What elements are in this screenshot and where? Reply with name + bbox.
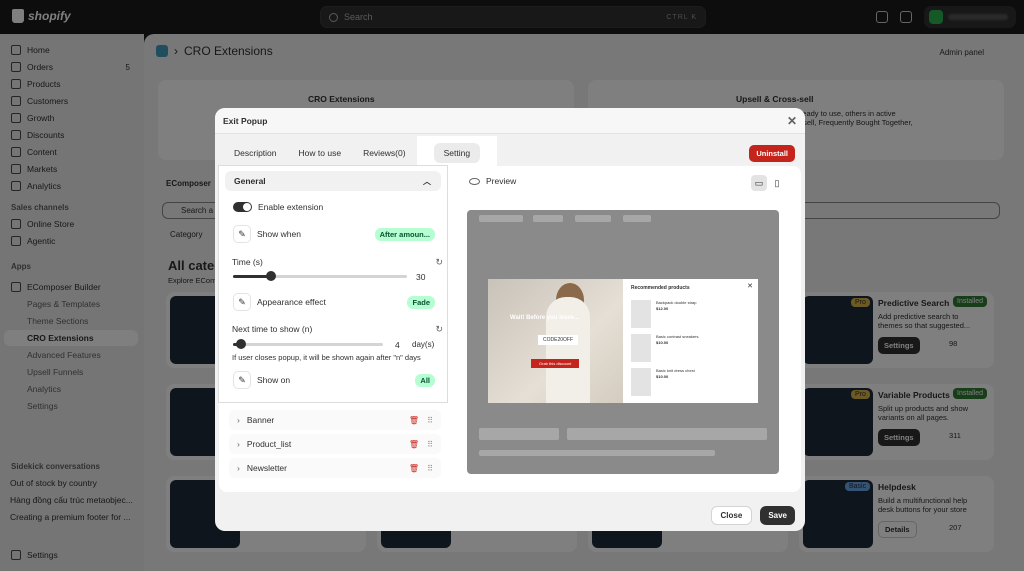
- pencil-icon: ✎: [233, 293, 251, 311]
- popup-headline: Wait! Before you leave...: [510, 315, 580, 321]
- product-thumb: [631, 300, 651, 328]
- modal-header: Exit Popup ✕: [215, 108, 805, 134]
- chevron-right-icon: ›: [237, 415, 240, 425]
- pencil-icon: ✎: [233, 371, 251, 389]
- close-button[interactable]: Close: [710, 506, 753, 525]
- exit-popup-preview: Wait! Before you leave... CODE20OFF Grab…: [488, 279, 758, 403]
- product-price: $10.00: [656, 340, 669, 345]
- mobile-icon[interactable]: ▯: [769, 175, 785, 191]
- preview-header: Preview: [469, 176, 516, 186]
- tab-how-to-use[interactable]: How to use: [288, 142, 353, 164]
- next-time-hint: If user closes popup, it will be shown a…: [232, 353, 421, 362]
- product-thumb: [631, 334, 651, 362]
- product-item: Backpack double strap $12.00: [631, 300, 696, 328]
- modal-tabs: Description How to use Reviews(0) Settin…: [223, 136, 498, 170]
- tab-setting[interactable]: Setting: [416, 136, 498, 170]
- recommended-title: Recommended products: [631, 285, 690, 291]
- section-label: Product_list: [246, 439, 292, 449]
- chevron-right-icon: ›: [237, 439, 240, 449]
- placeholder-bar: [479, 450, 715, 456]
- trash-icon[interactable]: 🗑: [409, 416, 419, 425]
- tab-label: How to use: [298, 148, 342, 158]
- popup-button: Grab this discount: [531, 359, 580, 368]
- reset-icon[interactable]: ↻: [435, 324, 443, 335]
- section-row-banner[interactable]: › Banner 🗑 ⠿: [229, 410, 441, 430]
- tab-reviews[interactable]: Reviews(0): [352, 142, 417, 164]
- exit-popup-modal: Exit Popup ✕ Description How to use Revie…: [215, 108, 805, 531]
- general-section-header[interactable]: General ︿: [225, 171, 441, 191]
- close-icon: ✕: [747, 283, 753, 290]
- trash-icon[interactable]: 🗑: [409, 440, 419, 449]
- section-label: Banner: [246, 415, 275, 425]
- time-label: Time (s): [232, 257, 263, 267]
- reset-icon[interactable]: ↻: [435, 257, 443, 268]
- time-slider-knob[interactable]: [266, 271, 277, 281]
- time-slider[interactable]: [233, 271, 407, 281]
- close-icon[interactable]: ✕: [787, 114, 797, 128]
- popup-code: CODE20OFF: [538, 335, 579, 345]
- chevron-right-icon: ›: [237, 463, 240, 473]
- show-when-value: After amoun...: [374, 227, 435, 241]
- show-when-label: Show when: [257, 229, 301, 239]
- modal-footer: Close Save: [215, 500, 805, 531]
- drag-handle-icon[interactable]: ⠿: [427, 464, 433, 473]
- general-label: General: [234, 176, 266, 186]
- enable-extension-toggle[interactable]: [233, 202, 252, 212]
- preview-label: Preview: [486, 176, 517, 186]
- show-on-row[interactable]: ✎ Show on All: [233, 371, 439, 389]
- placeholder-bar: [479, 428, 559, 440]
- general-settings-panel: General ︿ Enable extension ✎ Show when Afte…: [218, 165, 448, 403]
- tab-label: Reviews(0): [363, 148, 406, 158]
- chevron-up-icon: ︿: [423, 176, 431, 186]
- enable-extension-label: Enable extension: [258, 202, 324, 212]
- next-time-unit: day(s): [412, 340, 435, 349]
- next-time-label: Next time to show (n): [232, 324, 313, 334]
- show-on-value: All: [415, 373, 435, 387]
- drag-handle-icon[interactable]: ⠿: [427, 440, 433, 449]
- enable-extension-row: Enable extension: [233, 202, 439, 212]
- device-switcher: ▭ ▯: [751, 175, 785, 191]
- modal-body: General ︿ Enable extension ✎ Show when Afte…: [218, 165, 801, 492]
- placeholder-bar: [533, 215, 563, 222]
- appearance-value: Fade: [407, 295, 435, 309]
- popup-image: Wait! Before you leave... CODE20OFF Grab…: [488, 279, 623, 403]
- tab-label: Description: [234, 148, 277, 158]
- appearance-label: Appearance effect: [257, 297, 326, 307]
- section-label: Newsletter: [246, 463, 287, 473]
- show-when-row[interactable]: ✎ Show when After amoun...: [233, 225, 439, 243]
- product-item: Basic knit dress chest $10.00: [631, 368, 695, 396]
- section-row-newsletter[interactable]: › Newsletter 🗑 ⠿: [229, 458, 441, 478]
- trash-icon[interactable]: 🗑: [409, 464, 419, 473]
- placeholder-bar: [623, 215, 651, 222]
- save-button[interactable]: Save: [760, 506, 795, 525]
- uninstall-button[interactable]: Uninstall: [749, 145, 795, 162]
- product-item: Basic contrast sneakers $10.00: [631, 334, 698, 362]
- modal-title: Exit Popup: [223, 115, 268, 126]
- placeholder-bar: [575, 215, 611, 222]
- show-on-label: Show on: [257, 375, 291, 385]
- product-price: $12.00: [656, 306, 669, 311]
- tab-label: Setting: [433, 143, 481, 163]
- desktop-icon[interactable]: ▭: [751, 175, 767, 191]
- time-value[interactable]: 30: [416, 272, 425, 282]
- section-row-product-list[interactable]: › Product_list 🗑 ⠿: [229, 434, 441, 454]
- appearance-row[interactable]: ✎ Appearance effect Fade: [233, 293, 439, 311]
- model-figure: [546, 297, 590, 403]
- placeholder-bar: [567, 428, 767, 440]
- product-thumb: [631, 368, 651, 396]
- preview-frame: Wait! Before you leave... CODE20OFF Grab…: [467, 210, 779, 474]
- placeholder-bar: [479, 215, 523, 222]
- next-time-slider[interactable]: [233, 339, 383, 349]
- recommended-products: Recommended products ✕ Backpack double s…: [623, 279, 758, 403]
- tab-description[interactable]: Description: [223, 142, 288, 164]
- eye-icon: [469, 177, 480, 185]
- next-time-value[interactable]: 4: [395, 340, 400, 350]
- drag-handle-icon[interactable]: ⠿: [427, 416, 433, 425]
- next-time-slider-knob[interactable]: [235, 339, 246, 349]
- product-price: $10.00: [656, 374, 669, 379]
- pencil-icon: ✎: [233, 225, 251, 243]
